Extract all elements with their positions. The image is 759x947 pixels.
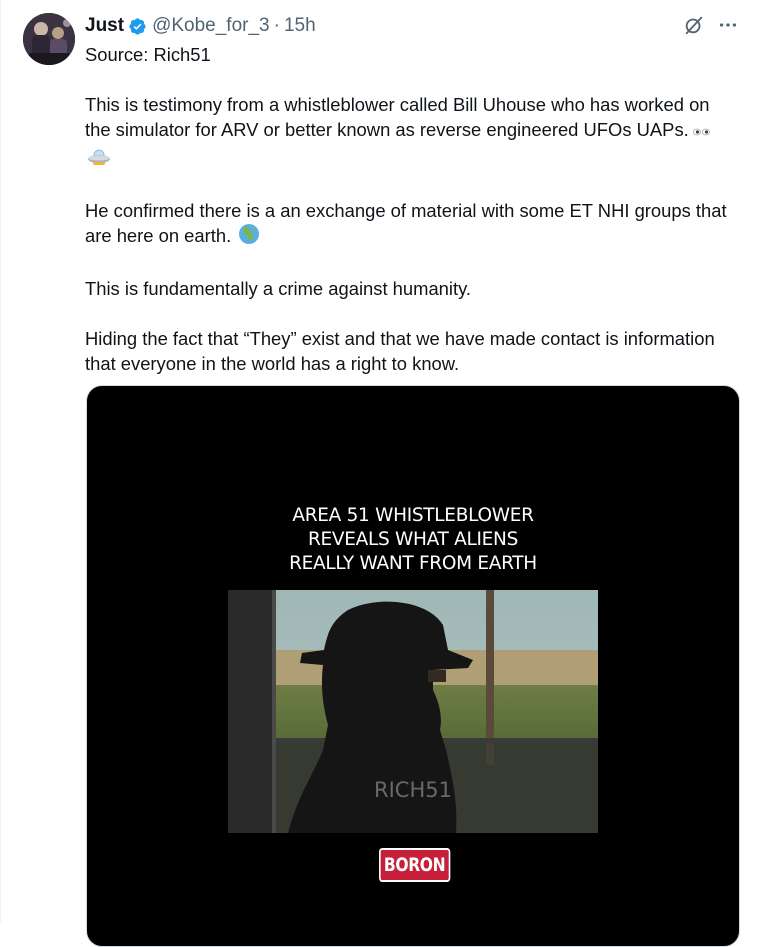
brand-logo: BORON [379,848,451,882]
tweet-paragraph-text: This is testimony from a whistleblower c… [85,94,710,140]
video-frame: RICH51 [228,590,598,833]
video-title-line: AREA 51 WHISTLEBLOWER [292,505,534,526]
tweet-paragraph-source: Source: Rich51 [85,44,211,65]
tweet-paragraph: He confirmed there is a an exchange of m… [85,198,735,251]
author-display-name[interactable]: Just [85,15,124,37]
separator-dot: · [273,15,280,36]
flying-saucer-emoji [87,147,111,173]
tweet-timestamp[interactable]: 15h [284,15,316,37]
tweet-paragraph: This is fundamentally a crime against hu… [85,278,472,299]
tweet-text: Source: Rich51 This is testimony from a … [85,42,735,376]
video-player[interactable]: AREA 51 WHISTLEBLOWER REVEALS WHAT ALIEN… [86,385,740,947]
video-watermark: RICH51 [374,778,452,802]
header-actions [683,14,739,36]
eyes-emoji [691,120,713,145]
video-title-line: REALLY WANT FROM EARTH [289,553,537,574]
video-title-line: REVEALS WHAT ALIENS [307,529,519,550]
more-icon[interactable] [717,14,739,36]
video-title: AREA 51 WHISTLEBLOWER REVEALS WHAT ALIEN… [87,504,739,576]
avatar[interactable] [23,13,75,65]
verified-badge-icon[interactable] [128,17,147,36]
tweet-paragraph-text: He confirmed there is a an exchange of m… [85,200,727,246]
globe-africa-emoji [238,223,260,251]
author-handle[interactable]: @Kobe_for_3 [152,15,270,37]
grok-icon[interactable] [683,14,705,36]
tweet-paragraph: This is testimony from a whistleblower c… [85,92,735,173]
tweet-header: Just @Kobe_for_3 · 15h [85,14,316,38]
tweet-paragraph: Hiding the fact that “They” exist and th… [85,328,715,374]
thread-divider [0,0,1,923]
